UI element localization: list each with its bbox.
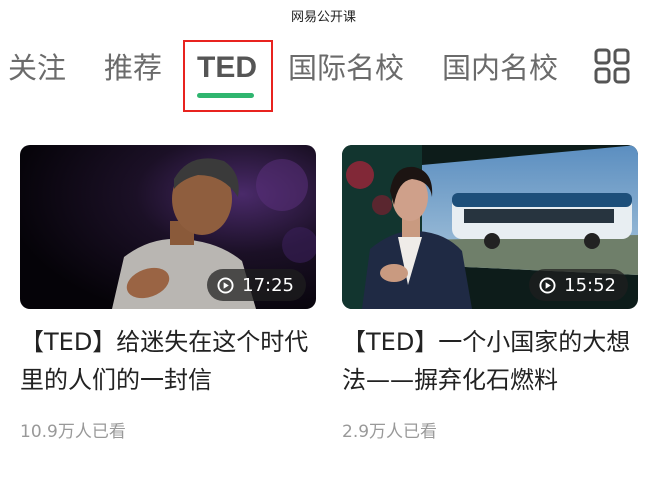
- video-thumbnail[interactable]: 15:52: [342, 145, 638, 309]
- tab-domestic-schools[interactable]: 国内名校: [442, 50, 558, 86]
- view-count: 10.9万人已看: [20, 422, 126, 442]
- active-tab-indicator: [197, 93, 254, 98]
- video-duration-badge: 15:52: [529, 269, 628, 301]
- grid-menu-icon[interactable]: [594, 48, 630, 84]
- video-card[interactable]: 17:25 【TED】给迷失在这个时代里的人们的一封信 10.9万人已看: [20, 145, 316, 442]
- view-count: 2.9万人已看: [342, 422, 438, 442]
- video-thumbnail[interactable]: 17:25: [20, 145, 316, 309]
- tab-recommend[interactable]: 推荐: [104, 50, 162, 86]
- duration-text: 17:25: [242, 274, 294, 296]
- tab-highlight-box: [183, 40, 273, 112]
- app-title: 网易公开课: [290, 10, 356, 25]
- tab-international-schools[interactable]: 国际名校: [288, 50, 404, 86]
- duration-text: 15:52: [564, 274, 616, 296]
- play-circle-icon: [539, 276, 556, 294]
- video-card[interactable]: 15:52 【TED】一个小国家的大想法——摒弃化石燃料 2.9万人已看: [342, 145, 638, 442]
- video-title[interactable]: 【TED】一个小国家的大想法——摒弃化石燃料: [342, 323, 638, 399]
- tab-bar: 关注 推荐 TED 国际名校 国内名校: [0, 38, 647, 118]
- video-title[interactable]: 【TED】给迷失在这个时代里的人们的一封信: [20, 323, 316, 399]
- video-duration-badge: 17:25: [207, 269, 306, 301]
- tab-follow[interactable]: 关注: [8, 50, 66, 86]
- play-circle-icon: [217, 276, 234, 294]
